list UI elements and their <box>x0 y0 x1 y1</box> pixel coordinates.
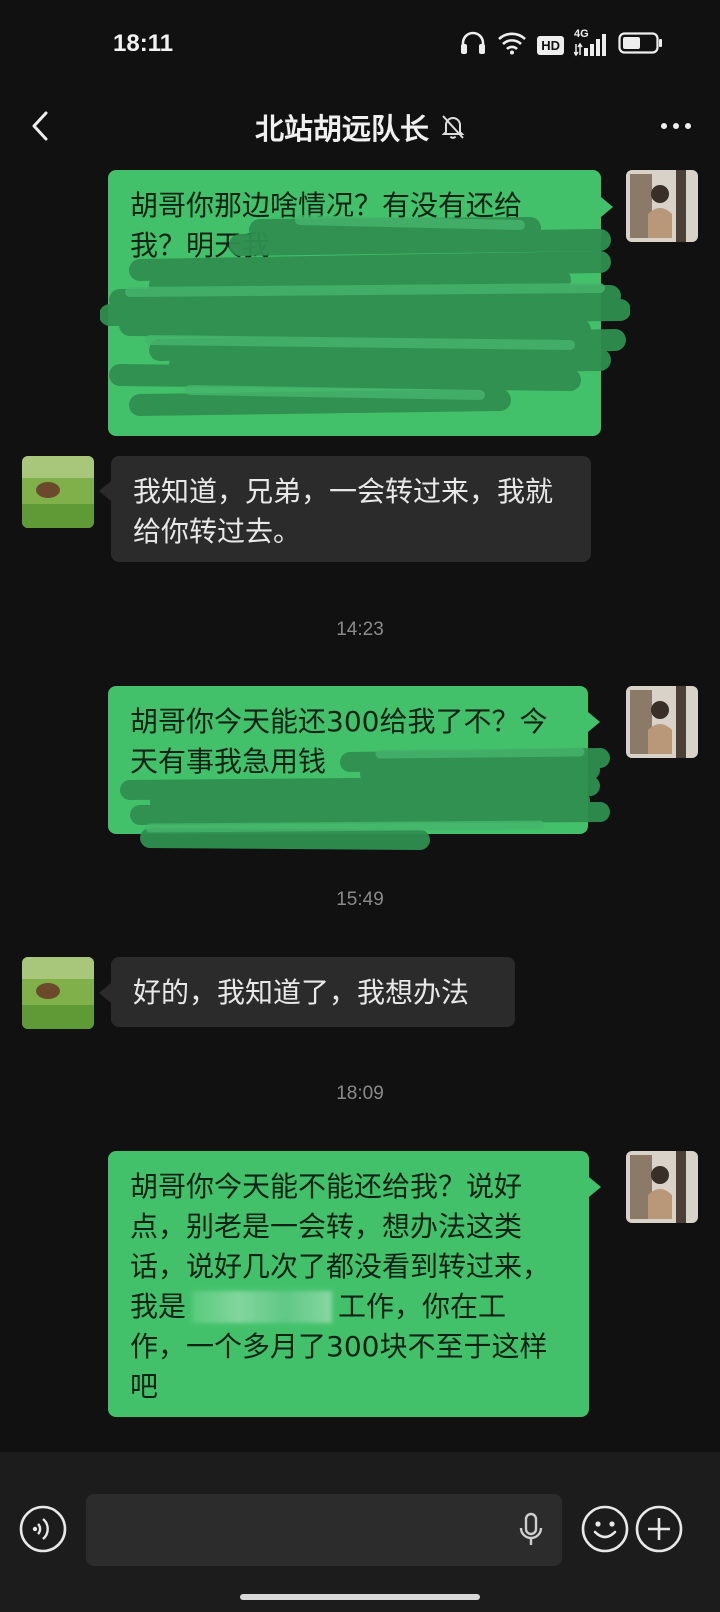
message-bubble-self[interactable]: 胡哥你今天能不能还给我？说好 点，别老是一会转，想办法这类 话，说好几次了都没看… <box>108 1151 589 1417</box>
emoji-icon <box>581 1505 629 1553</box>
message-line: 我？明天我 <box>130 229 271 262</box>
timestamp: 18:09 <box>336 1083 384 1104</box>
self-avatar[interactable] <box>626 170 698 242</box>
status-bar: 18:11 HD 4G <box>0 0 720 90</box>
friend-avatar[interactable] <box>22 456 94 528</box>
more-button[interactable] <box>652 104 700 148</box>
message-line: 好的，我知道了，我想办法 <box>133 976 470 1009</box>
friend-avatar[interactable] <box>22 957 94 1029</box>
self-avatar[interactable] <box>626 686 698 758</box>
4g-signal-icon: 4G <box>574 28 608 58</box>
bubble-tail <box>99 481 111 501</box>
home-indicator[interactable] <box>240 1594 480 1600</box>
message-line-partial: 我是 工作，你在工 <box>130 1287 567 1327</box>
bell-off-icon <box>441 115 465 139</box>
message-line: 胡哥你那边啥情况？有没有还给 <box>130 189 523 222</box>
message-line: 胡哥你今天能不能还给我？说好 <box>130 1170 523 1203</box>
bubble-tail <box>589 1177 601 1197</box>
voice-toggle-button[interactable] <box>18 1504 68 1554</box>
message-line: 点，别老是一会转，想办法这类 <box>130 1210 523 1243</box>
plus-button[interactable] <box>634 1504 684 1554</box>
plus-icon <box>635 1505 683 1553</box>
wifi-icon <box>497 31 527 59</box>
message-fragment: 工作，你在工 <box>338 1290 507 1323</box>
status-time: 18:11 <box>113 30 174 57</box>
message-bubble-self[interactable]: 胡哥你今天能还300给我了不？今 天有事我急用钱 <box>108 686 588 834</box>
message-line: 给你转过去。 <box>133 515 302 548</box>
page-title: 北站胡远队长 <box>254 112 429 146</box>
headphones-icon <box>459 30 487 60</box>
message-fragment: 我是 <box>130 1290 187 1323</box>
bubble-tail <box>99 983 111 1003</box>
mic-icon[interactable] <box>518 1512 544 1548</box>
message-line: 我知道，兄弟，一会转过来，我就 <box>133 475 554 508</box>
timestamp: 15:49 <box>336 889 384 910</box>
message-line: 胡哥你今天能还300给我了不？今 <box>130 705 548 738</box>
message-bubble-self[interactable]: 胡哥你那边啥情况？有没有还给 我？明天我 <box>108 170 601 436</box>
emoji-button[interactable] <box>580 1504 630 1554</box>
message-input[interactable] <box>86 1494 562 1566</box>
status-icons: HD 4G <box>459 28 664 60</box>
timestamp: 14:23 <box>336 619 384 640</box>
battery-icon <box>618 31 664 59</box>
more-icon <box>661 123 691 129</box>
redacted-gap <box>192 1291 333 1323</box>
message-line: 作，一个多月了300块不至于这样 <box>130 1330 548 1363</box>
chat-screen: 18:11 HD 4G 北站胡远队长 胡哥你那边啥情况？有没有还给 我？明天我 … <box>0 0 720 1612</box>
bubble-tail <box>588 712 600 732</box>
message-bubble-friend[interactable]: 我知道，兄弟，一会转过来，我就 给你转过去。 <box>111 456 591 562</box>
chat-title-area: 北站胡远队长 <box>0 106 720 148</box>
title-bar: 北站胡远队长 <box>0 90 720 162</box>
message-line: 吧 <box>130 1370 159 1403</box>
input-bar <box>0 1452 720 1612</box>
message-line: 天有事我急用钱 <box>130 745 327 778</box>
message-line: 话，说好几次了都没看到转过来， <box>130 1250 551 1283</box>
hd-icon: HD <box>537 35 564 55</box>
message-bubble-friend[interactable]: 好的，我知道了，我想办法 <box>111 957 515 1027</box>
voice-icon <box>19 1505 67 1553</box>
self-avatar[interactable] <box>626 1151 698 1223</box>
bubble-tail <box>601 197 613 217</box>
